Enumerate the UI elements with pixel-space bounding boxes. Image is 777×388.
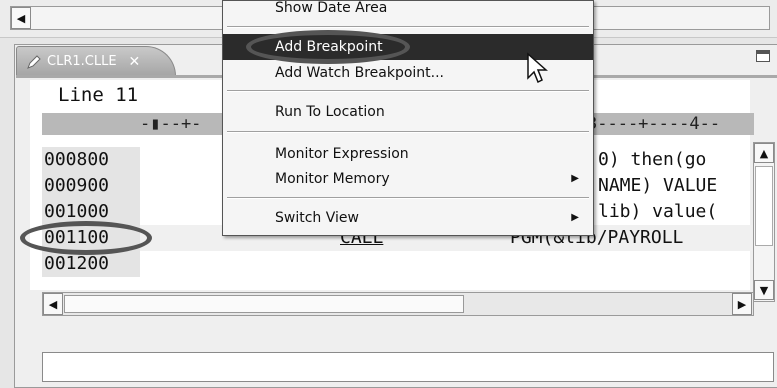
menu-item-switch-view[interactable]: Switch View ▶ bbox=[223, 205, 593, 231]
ruler-right-text: 3----+----4-- bbox=[587, 114, 721, 134]
menu-item-monitor-memory[interactable]: Monitor Memory ▶ bbox=[223, 166, 593, 192]
command-input-field[interactable] bbox=[42, 352, 774, 382]
maximize-icon[interactable] bbox=[756, 50, 770, 62]
line-number[interactable]: 000900 bbox=[42, 173, 140, 199]
menu-separator bbox=[227, 90, 589, 92]
scroll-right-button[interactable]: ▶ bbox=[732, 293, 752, 315]
submenu-arrow-icon: ▶ bbox=[571, 212, 579, 223]
left-arrow-icon: ◀ bbox=[48, 297, 58, 311]
close-icon[interactable]: ✕ bbox=[129, 54, 141, 70]
vertical-scroll-thumb[interactable] bbox=[755, 166, 773, 246]
ruler-left-text: -▮--+- bbox=[140, 114, 202, 134]
scroll-left-button[interactable]: ◀ bbox=[43, 293, 63, 315]
menu-separator bbox=[227, 197, 589, 199]
menu-separator bbox=[227, 26, 589, 28]
menu-separator bbox=[227, 131, 589, 133]
file-edit-icon bbox=[27, 54, 41, 69]
code-line-text: 0) then(go bbox=[598, 149, 707, 170]
code-line-text: lib) value( bbox=[598, 201, 718, 222]
right-arrow-icon: ▶ bbox=[737, 297, 747, 311]
horizontal-scroll-thumb[interactable] bbox=[64, 295, 464, 313]
code-line-text: NAME) VALUE bbox=[598, 175, 718, 196]
tab-clr1-clle[interactable]: CLR1.CLLE ✕ bbox=[16, 46, 176, 76]
scroll-down-button[interactable]: ▼ bbox=[754, 280, 774, 300]
menu-item-monitor-expression[interactable]: Monitor Expression bbox=[223, 141, 593, 167]
down-arrow-icon: ▼ bbox=[759, 283, 769, 297]
mouse-cursor-icon bbox=[527, 52, 548, 84]
line-indicator: Line 11 bbox=[58, 84, 139, 106]
highlight-oval-line-number bbox=[20, 221, 152, 255]
tab-label: CLR1.CLLE bbox=[47, 54, 117, 69]
left-arrow-icon: ◀ bbox=[16, 11, 26, 25]
up-arrow-icon: ▲ bbox=[759, 146, 769, 160]
menu-item-show-date-area[interactable]: Show Date Area bbox=[223, 0, 593, 21]
highlight-oval-menu-item bbox=[246, 30, 410, 64]
submenu-arrow-icon: ▶ bbox=[571, 173, 579, 184]
scroll-up-button[interactable]: ▲ bbox=[754, 143, 774, 163]
menu-item-run-to-location[interactable]: Run To Location bbox=[223, 99, 593, 125]
top-scroll-left-button[interactable]: ◀ bbox=[11, 7, 31, 29]
line-number[interactable]: 000800 bbox=[42, 147, 140, 173]
